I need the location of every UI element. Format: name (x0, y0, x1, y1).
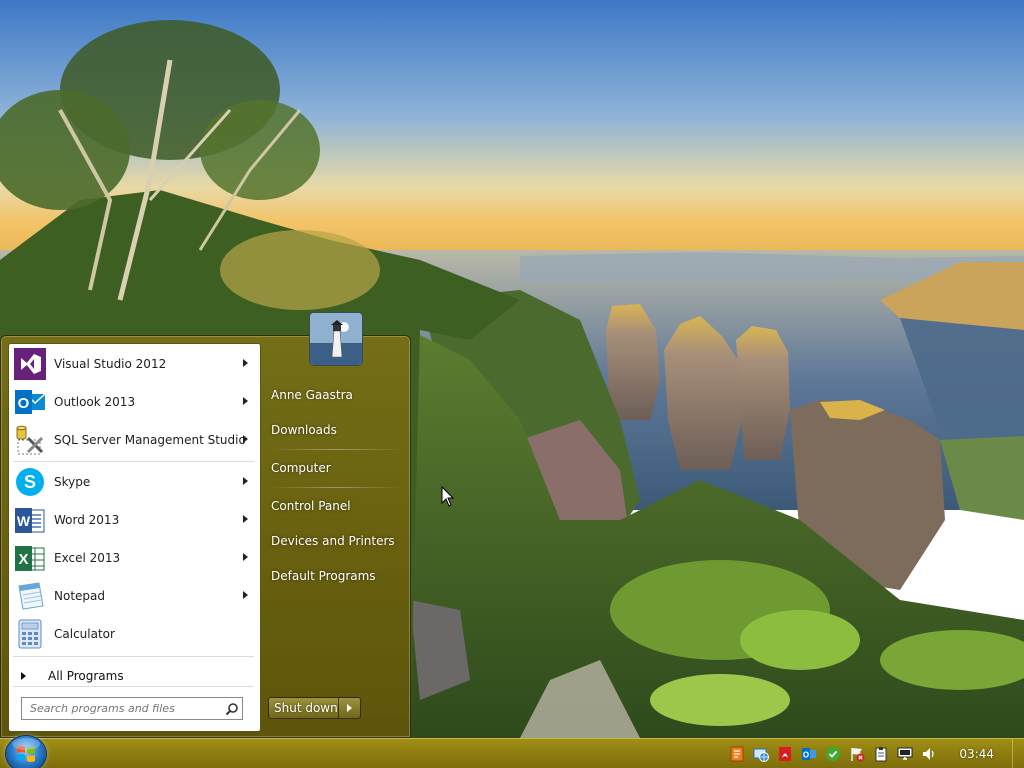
program-label: Word 2013 (54, 513, 120, 527)
default-programs-link[interactable]: Default Programs (271, 563, 405, 589)
link-label: Devices and Printers (271, 534, 395, 548)
user-folder-link[interactable]: Anne Gaastra (271, 382, 405, 408)
search-box[interactable] (21, 697, 243, 720)
program-skype[interactable]: S Skype (11, 463, 258, 501)
clipboard-icon[interactable] (873, 746, 889, 762)
clock[interactable]: 03:44 (959, 747, 994, 761)
link-label: Control Panel (271, 499, 351, 513)
divider (13, 686, 254, 687)
program-label: Outlook 2013 (54, 395, 136, 409)
user-picture-lighthouse-icon[interactable] (309, 312, 363, 366)
shield-alert-icon[interactable] (729, 746, 745, 762)
submenu-arrow-icon[interactable] (243, 477, 248, 485)
program-label: SQL Server Management Studio (54, 433, 246, 447)
program-label: Calculator (54, 627, 115, 641)
outlook-icon: O (14, 386, 46, 418)
network-globe-icon[interactable] (753, 746, 770, 762)
search-input[interactable] (22, 702, 222, 715)
downloads-link[interactable]: Downloads (271, 417, 405, 443)
program-label: Excel 2013 (54, 551, 121, 565)
outlook-tray-icon[interactable]: O (801, 746, 817, 762)
action-center-flag-icon[interactable] (849, 746, 865, 762)
visual-studio-icon (14, 348, 46, 380)
expand-arrow-icon (21, 672, 26, 680)
shutdown-options-button[interactable] (339, 698, 360, 718)
submenu-arrow-icon[interactable] (243, 591, 248, 599)
volume-icon[interactable] (921, 746, 937, 762)
programs-panel: Visual Studio 2012 O Outlook 2013 SQL Se… (8, 343, 261, 732)
skype-icon: S (14, 466, 46, 498)
divider (13, 656, 254, 657)
program-label: Skype (54, 475, 91, 489)
svg-text:O: O (18, 395, 30, 412)
link-label: Default Programs (271, 569, 376, 583)
pdf-icon[interactable] (777, 746, 793, 762)
system-tray: O 03:44 (725, 739, 1024, 768)
control-panel-link[interactable]: Control Panel (271, 493, 405, 519)
computer-link[interactable]: Computer (271, 455, 405, 481)
submenu-arrow-icon[interactable] (243, 435, 248, 443)
divider (13, 461, 254, 462)
link-label: Anne Gaastra (271, 388, 353, 402)
program-label: Visual Studio 2012 (54, 357, 167, 371)
svg-text:X: X (18, 551, 28, 568)
submenu-arrow-icon[interactable] (243, 515, 248, 523)
link-label: Computer (271, 461, 331, 475)
divider (269, 487, 403, 488)
submenu-arrow-icon[interactable] (243, 553, 248, 561)
program-label: Notepad (54, 589, 105, 603)
windows-logo-icon (12, 738, 40, 762)
places-panel: Anne Gaastra Downloads Computer Control … (263, 312, 410, 737)
divider (269, 449, 403, 450)
chevron-right-icon (347, 704, 352, 712)
show-desktop-button[interactable] (1012, 739, 1024, 768)
sql-server-management-studio-icon (14, 424, 46, 456)
program-sql-server-management-studio[interactable]: SQL Server Management Studio (11, 421, 258, 459)
shutdown-control: Shut down (268, 697, 361, 719)
start-menu: Visual Studio 2012 O Outlook 2013 SQL Se… (0, 312, 411, 738)
program-outlook-2013[interactable]: O Outlook 2013 (11, 383, 258, 421)
svg-text:S: S (24, 472, 36, 492)
program-notepad[interactable]: Notepad (11, 577, 258, 615)
notepad-icon (14, 580, 46, 612)
calculator-icon (14, 618, 46, 650)
link-label: Downloads (271, 423, 337, 437)
mouse-cursor-icon (441, 485, 455, 512)
all-programs-label: All Programs (48, 669, 124, 683)
shutdown-button[interactable]: Shut down (269, 698, 339, 718)
security-check-icon[interactable] (825, 746, 841, 762)
program-visual-studio-2012[interactable]: Visual Studio 2012 (11, 345, 258, 383)
svg-text:O: O (803, 751, 809, 760)
search-icon[interactable] (222, 699, 242, 719)
program-excel-2013[interactable]: X Excel 2013 (11, 539, 258, 577)
shutdown-label: Shut down (274, 701, 338, 715)
word-icon: W (14, 504, 46, 536)
devices-and-printers-link[interactable]: Devices and Printers (271, 528, 405, 554)
start-button[interactable] (6, 736, 46, 768)
taskbar: O 03:44 (0, 736, 1024, 768)
program-calculator[interactable]: Calculator (11, 615, 258, 653)
program-word-2013[interactable]: W Word 2013 (11, 501, 258, 539)
submenu-arrow-icon[interactable] (243, 359, 248, 367)
excel-icon: X (14, 542, 46, 574)
submenu-arrow-icon[interactable] (243, 397, 248, 405)
display-icon[interactable] (897, 746, 913, 762)
svg-text:W: W (17, 513, 31, 529)
